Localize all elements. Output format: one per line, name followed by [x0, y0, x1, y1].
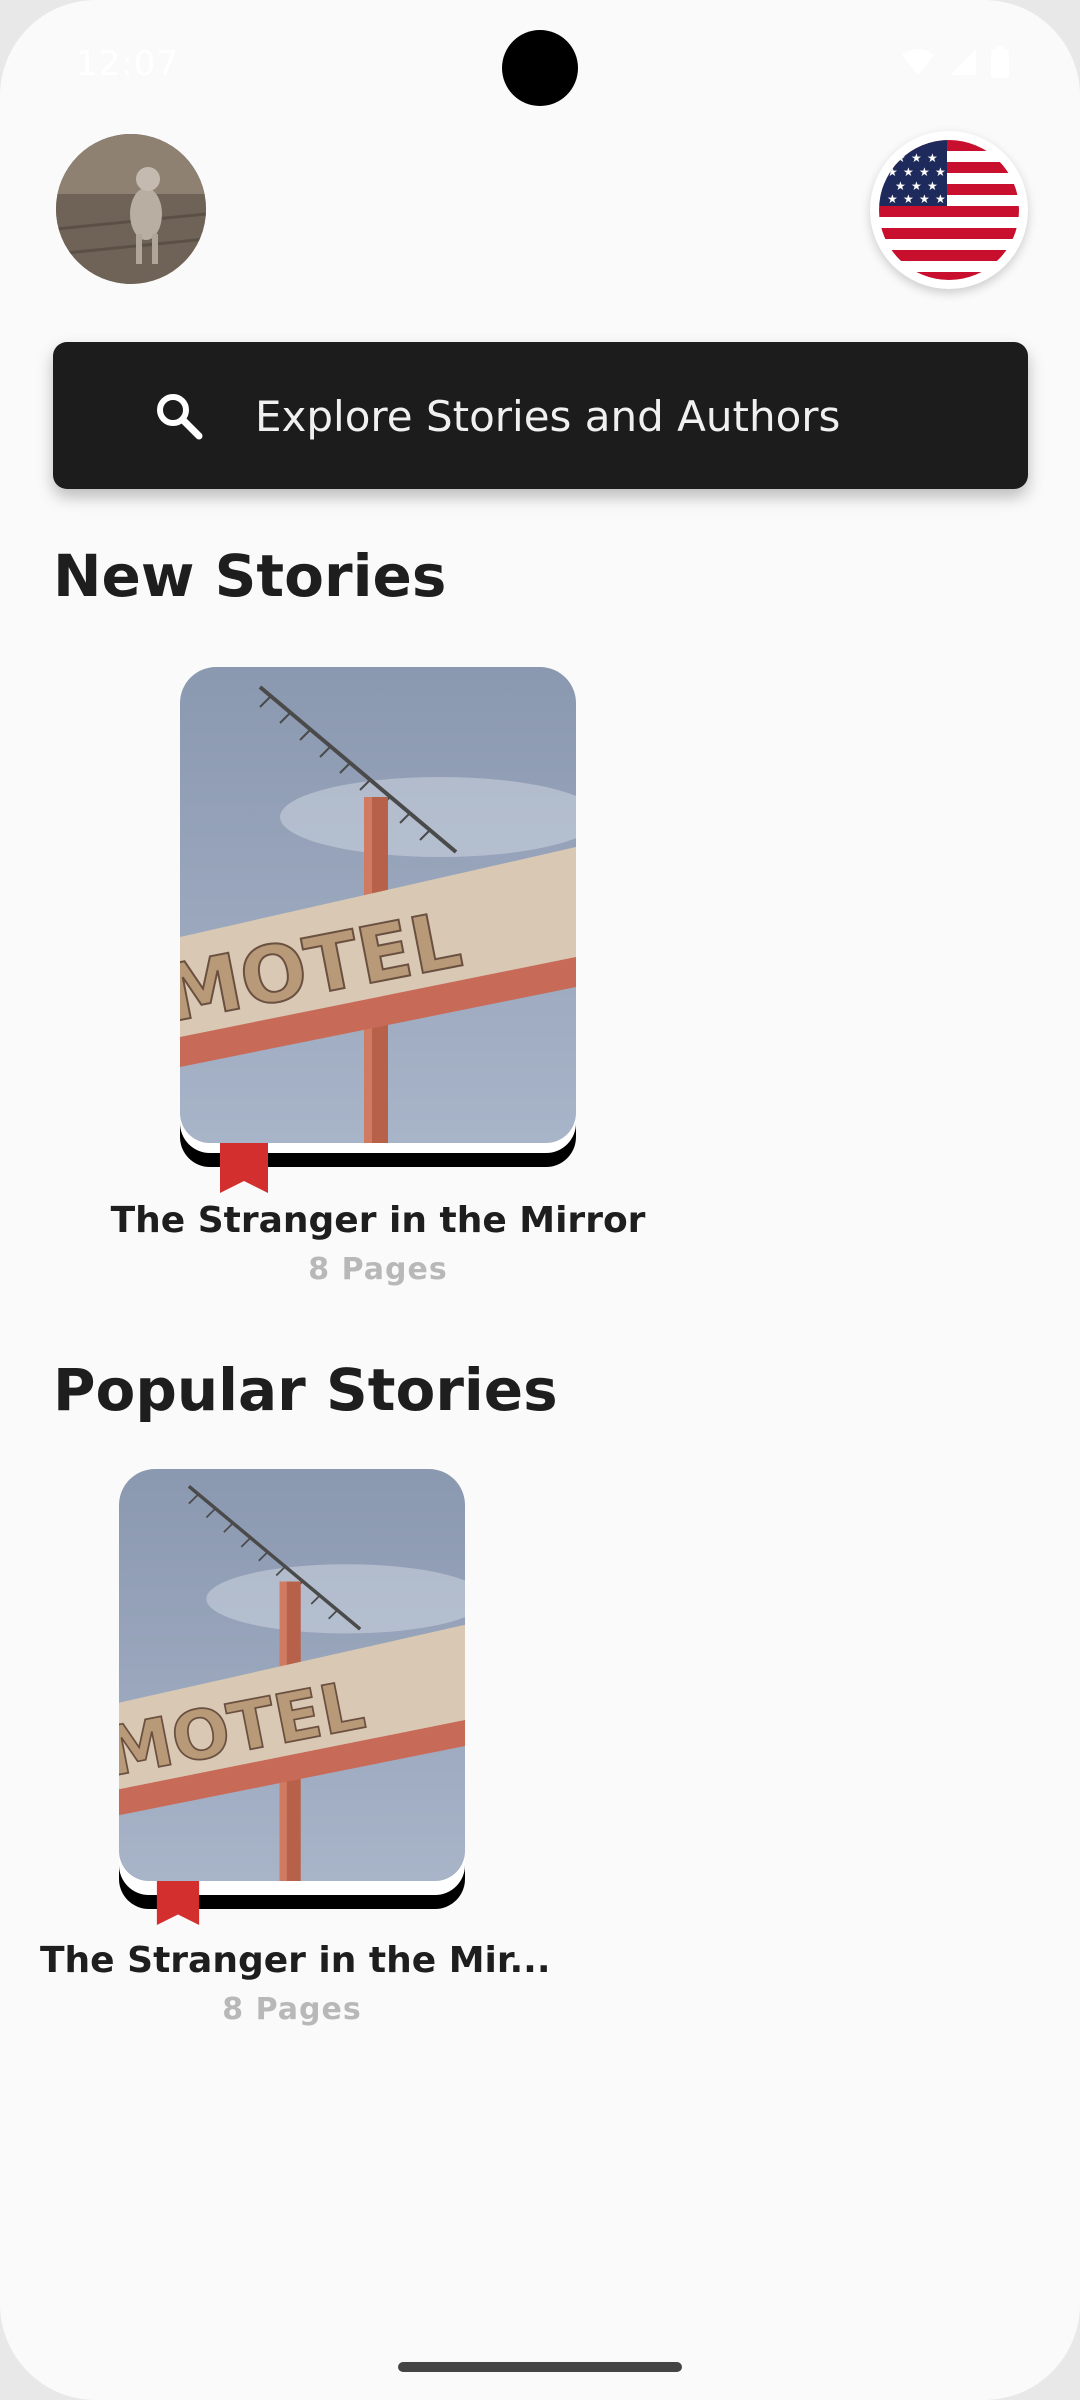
us-flag-icon: ★ ★ ★ ★ ★ ★ ★ ★ ★ ★ ★ ★ ★ ★	[879, 140, 1019, 280]
app-screen: 12:07 ★ ★ ★ ★ ★ ★ ★ ★ ★ ★ ★ ★ ★ ★ Explor…	[0, 0, 1080, 2400]
svg-text:★: ★	[927, 151, 938, 165]
svg-text:★: ★	[887, 165, 898, 179]
svg-text:★: ★	[887, 192, 898, 206]
search-input[interactable]	[253, 342, 1017, 491]
svg-text:★: ★	[903, 165, 914, 179]
status-icons	[900, 46, 1010, 78]
home-indicator[interactable]	[398, 2362, 682, 2372]
new-story-book-card[interactable]: MOTEL	[180, 667, 576, 1193]
search-bar[interactable]	[53, 342, 1028, 491]
book-title[interactable]: The Stranger in the Mirror	[78, 1200, 678, 1241]
svg-text:★: ★	[919, 192, 930, 206]
svg-text:★: ★	[911, 179, 922, 193]
status-time: 12:07	[76, 44, 179, 84]
motel-sign-cover-icon: MOTEL	[180, 667, 576, 1143]
book-title[interactable]: The Stranger in the Mir...	[40, 1940, 551, 1981]
status-bar: 12:07	[0, 0, 1080, 130]
book-page-count: 8 Pages	[308, 1252, 448, 1287]
svg-text:★: ★	[895, 179, 906, 193]
book-cover-image: MOTEL	[119, 1469, 465, 1881]
profile-avatar[interactable]	[56, 134, 206, 284]
svg-text:★: ★	[935, 192, 946, 206]
motel-sign-cover-icon: MOTEL	[119, 1469, 465, 1881]
svg-text:★: ★	[895, 151, 906, 165]
bookmark-icon	[156, 1881, 200, 1925]
svg-text:★: ★	[903, 192, 914, 206]
search-icon	[157, 394, 203, 440]
svg-text:★: ★	[911, 151, 922, 165]
language-selector-button[interactable]: ★ ★ ★ ★ ★ ★ ★ ★ ★ ★ ★ ★ ★ ★	[870, 131, 1028, 289]
dog-photo-icon	[56, 134, 206, 284]
new-stories-heading: New Stories	[53, 542, 447, 610]
popular-stories-heading: Popular Stories	[53, 1356, 558, 1424]
svg-text:★: ★	[935, 165, 946, 179]
wifi-icon	[902, 49, 934, 75]
popular-story-book-card[interactable]: MOTEL	[119, 1469, 465, 1925]
battery-icon	[991, 46, 1009, 78]
cellular-signal-icon	[950, 49, 976, 75]
svg-text:★: ★	[927, 179, 938, 193]
book-page-count: 8 Pages	[222, 1992, 362, 2027]
front-camera-cutout	[502, 30, 578, 106]
bookmark-icon	[220, 1143, 268, 1193]
book-cover-image: MOTEL	[180, 667, 576, 1143]
svg-text:★: ★	[919, 165, 930, 179]
